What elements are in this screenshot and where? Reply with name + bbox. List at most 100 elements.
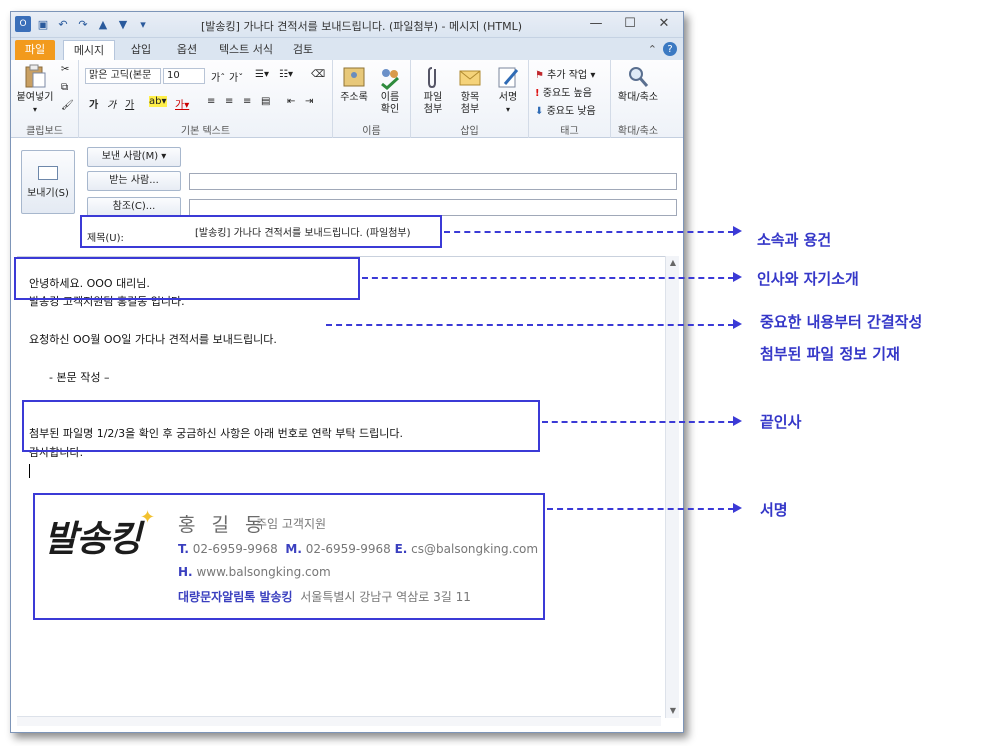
annotation-box-signature	[33, 493, 545, 620]
signature-button[interactable]: 서명 ▾	[491, 64, 525, 116]
outlook-icon: O	[15, 16, 31, 32]
address-book-button[interactable]: 주소록	[337, 64, 371, 104]
group-basic-text: 맑은 고딕(본문 10 가ˆ 가ˇ ☰▾ ☷▾ ⌫ 가 가 가 ab▾ 가▾ ≡…	[79, 60, 333, 138]
quick-access-toolbar: O ▣ ↶ ↷ ▲ ▼ ▾	[15, 16, 151, 32]
align-right-icon[interactable]: ≡	[243, 96, 251, 107]
annotation-label-main-1: 중요한 내용부터 간결작성	[760, 313, 923, 331]
group-clipboard: 붙여넣기 ▾ ✂ ⧉ 🖌 클립보드	[11, 60, 79, 138]
annotation-line-main	[326, 324, 734, 326]
font-size-select[interactable]: 10	[163, 68, 205, 84]
group-tags: ⚑ 추가 작업 ▾ ! 중요도 높음 ⬇ 중요도 낮음 태그	[529, 60, 611, 138]
font-color-icon[interactable]: 가▾	[175, 96, 189, 111]
attach-item-label-2: 첨부	[460, 104, 480, 115]
ribbon-tabs: 파일 메시지 삽입 옵션 텍스트 서식 검토 ⌃?	[11, 38, 683, 60]
zoom-button[interactable]: 확대/축소	[613, 64, 663, 104]
close-button[interactable]: ✕	[647, 12, 681, 34]
down-arrow-icon[interactable]: ▼	[115, 16, 131, 32]
grow-font-icon[interactable]: 가ˆ	[211, 69, 225, 84]
send-button[interactable]: 보내기(S)	[21, 150, 75, 214]
attach-item-label-1: 항목	[460, 92, 480, 103]
tab-insert[interactable]: 삽입	[121, 40, 161, 60]
undo-icon[interactable]: ↶	[55, 16, 71, 32]
to-field[interactable]	[189, 173, 677, 190]
cc-field[interactable]	[189, 199, 677, 216]
high-importance-button[interactable]: ! 중요도 높음	[535, 84, 592, 99]
decrease-indent-icon[interactable]: ⇤	[287, 96, 295, 107]
group-label-basic-text: 기본 텍스트	[180, 126, 231, 137]
annotation-arrow-greeting	[733, 272, 742, 282]
format-painter-icon[interactable]: 🖌	[61, 100, 74, 111]
flag-icon: ⚑	[535, 70, 544, 81]
group-label-insert: 삽입	[460, 126, 479, 137]
ribbon: 붙여넣기 ▾ ✂ ⧉ 🖌 클립보드 맑은 고딕(본문 10 가ˆ 가ˇ ☰▾ ☷…	[11, 60, 683, 138]
italic-icon[interactable]: 가	[107, 96, 116, 111]
paperclip-icon	[428, 67, 436, 89]
help-icon[interactable]: ?	[663, 42, 677, 56]
tab-options[interactable]: 옵션	[167, 40, 207, 60]
tab-format-text[interactable]: 텍스트 서식	[211, 40, 281, 60]
increase-indent-icon[interactable]: ⇥	[305, 96, 313, 107]
send-envelope-icon	[38, 165, 58, 180]
cc-button[interactable]: 참조(C)...	[87, 197, 181, 217]
paste-button[interactable]: 붙여넣기 ▾	[15, 64, 55, 116]
check-names-label-2: 확인	[380, 104, 400, 115]
attach-file-button[interactable]: 파일 첨부	[417, 64, 449, 116]
save-icon[interactable]: ▣	[35, 16, 51, 32]
address-book-icon	[343, 67, 365, 87]
down-arrow-blue-icon: ⬇	[535, 106, 544, 117]
annotation-box-greeting	[14, 257, 360, 300]
group-label-zoom: 확대/축소	[617, 126, 659, 137]
bullets-icon[interactable]: ☰▾	[255, 69, 269, 80]
annotation-label-signature: 서명	[760, 501, 788, 519]
collapse-ribbon-icon[interactable]: ⌃	[648, 43, 657, 56]
cut-icon[interactable]: ✂	[61, 64, 69, 75]
address-book-label: 주소록	[340, 92, 368, 103]
tab-file[interactable]: 파일	[15, 40, 55, 60]
low-importance-label: 중요도 낮음	[546, 106, 596, 117]
align-center-icon[interactable]: ≡	[225, 96, 233, 107]
envelope-icon	[459, 70, 481, 86]
low-importance-button[interactable]: ⬇ 중요도 낮음	[535, 102, 596, 117]
attach-file-label-1: 파일	[423, 92, 443, 103]
content-placeholder: - 본문 작성 –	[49, 371, 110, 384]
send-label: 보내기(S)	[27, 187, 69, 199]
numbering-icon[interactable]: ☷▾	[279, 69, 293, 80]
highlight-icon[interactable]: ab▾	[149, 96, 167, 107]
scroll-down-icon[interactable]: ▼	[666, 704, 680, 718]
redo-icon[interactable]: ↷	[75, 16, 91, 32]
main-line: 요청하신 OO월 OO일 가다나 견적서를 보내드립니다.	[29, 333, 277, 346]
annotation-box-subject	[80, 215, 442, 248]
customize-qat-icon[interactable]: ▾	[135, 16, 151, 32]
horizontal-scrollbar[interactable]	[17, 716, 661, 726]
underline-icon[interactable]: 가	[125, 96, 134, 111]
follow-up-button[interactable]: ⚑ 추가 작업 ▾	[535, 66, 595, 81]
attach-item-button[interactable]: 항목 첨부	[453, 64, 487, 116]
justify-icon[interactable]: ▤	[261, 96, 270, 107]
align-left-icon[interactable]: ≡	[207, 96, 215, 107]
attach-file-label-2: 첨부	[423, 104, 443, 115]
zoom-label: 확대/축소	[617, 92, 659, 103]
annotation-label-closing: 끝인사	[760, 413, 802, 431]
copy-icon[interactable]: ⧉	[61, 82, 68, 93]
check-names-button[interactable]: 이름 확인	[373, 64, 407, 116]
font-name-select[interactable]: 맑은 고딕(본문	[85, 68, 161, 84]
annotation-line-signature	[547, 508, 734, 510]
from-button[interactable]: 보낸 사람(M) ▾	[87, 147, 181, 167]
shrink-font-icon[interactable]: 가ˇ	[229, 69, 243, 84]
clear-format-icon[interactable]: ⌫	[311, 69, 325, 80]
exclamation-icon: !	[535, 88, 540, 99]
tab-message[interactable]: 메시지	[63, 40, 115, 60]
text-cursor	[29, 464, 30, 478]
message-window: O ▣ ↶ ↷ ▲ ▼ ▾ [발송킹] 가나다 견적서를 보내드립니다. (파일…	[10, 11, 684, 733]
signature-label: 서명	[498, 92, 518, 103]
up-arrow-icon[interactable]: ▲	[95, 16, 111, 32]
maximize-button[interactable]: ☐	[613, 12, 647, 34]
bold-icon[interactable]: 가	[89, 96, 98, 111]
paste-label: 붙여넣기	[16, 92, 54, 103]
scroll-up-icon[interactable]: ▲	[666, 256, 680, 270]
group-label-names: 이름	[362, 126, 381, 137]
minimize-button[interactable]: —	[579, 12, 613, 34]
annotation-label-subject: 소속과 용건	[757, 231, 832, 249]
tab-review[interactable]: 검토	[283, 40, 323, 60]
to-button[interactable]: 받는 사람...	[87, 171, 181, 191]
